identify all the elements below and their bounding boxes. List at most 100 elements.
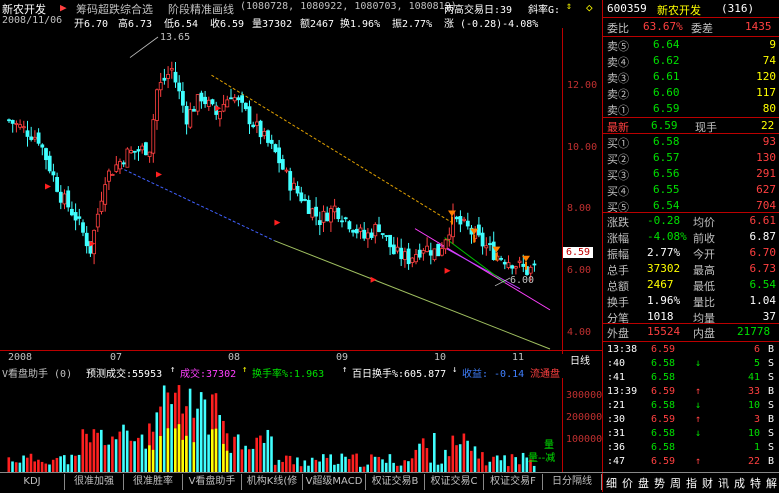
volume-bar: [92, 429, 96, 472]
candle-body: [532, 263, 537, 266]
candle-body: [476, 224, 481, 236]
candle-body: [377, 224, 381, 232]
tick-vol: 10: [747, 428, 760, 439]
candle-body: [273, 144, 278, 153]
candle-body: [488, 243, 492, 246]
stat-label: 涨幅: [607, 232, 629, 245]
candle-body: [140, 145, 145, 151]
candle-body: [225, 99, 230, 108]
candle-body: [336, 208, 341, 220]
tab-qzc[interactable]: 权证交易C: [425, 474, 484, 490]
up-icon[interactable]: ◇: [586, 1, 593, 14]
tab-qzb[interactable]: 权证交易B: [366, 474, 425, 490]
down-arrow-icon: ↓: [452, 365, 458, 375]
stat-label: 振幅: [607, 248, 629, 261]
sell-price: 6.61: [653, 70, 680, 83]
volume-bar: [74, 455, 77, 472]
inout-row: 外盘 15524 内盘 21778: [603, 324, 779, 340]
candle-body: [55, 176, 59, 192]
tick-row: :36 6.58 1 S: [603, 441, 779, 456]
volume-bar: [303, 460, 307, 472]
candle-body: [158, 82, 163, 91]
price-axis: 12.00 10.00 8.00 6.00 4.00 6.59: [562, 28, 603, 354]
volume-bar: [325, 457, 329, 472]
volume-bar: [355, 453, 358, 472]
side-tab[interactable]: 细: [606, 475, 617, 491]
side-tab[interactable]: 解: [766, 475, 777, 491]
side-tab[interactable]: 周: [670, 475, 681, 491]
side-tab[interactable]: 指: [686, 475, 697, 491]
side-tab[interactable]: 价: [622, 475, 633, 491]
candle-body: [402, 251, 407, 260]
volume-bar: [407, 461, 410, 472]
candlestick-chart[interactable]: 13.65 6.00: [0, 28, 562, 354]
date-tick: 08: [228, 352, 241, 363]
volume-legend: 量: [544, 439, 554, 451]
tick-time: :21: [607, 400, 626, 411]
volume-bar: [451, 435, 455, 472]
volume-bar: [521, 452, 525, 472]
tab-jgkx[interactable]: 机构K线(修: [242, 474, 303, 490]
stat-value: 1.04: [749, 294, 777, 307]
date-tick: 09: [336, 352, 349, 363]
side-tab[interactable]: 特: [750, 475, 761, 491]
volume-bar: [218, 415, 221, 472]
weibi-value: 63.67%: [643, 20, 683, 33]
high-label: 13.65: [160, 32, 190, 43]
volume-bar: [26, 457, 29, 472]
side-tab[interactable]: 势: [654, 475, 665, 491]
candle-body: [143, 142, 148, 156]
tick-price: 6.59: [651, 386, 676, 397]
candle-body: [332, 205, 337, 213]
volume-bar: [503, 455, 506, 472]
volume-bar: [188, 388, 192, 472]
tick-vol: 1: [753, 442, 760, 453]
sell-row: 卖③ 6.61 120: [603, 69, 779, 85]
volume-bar: [462, 433, 466, 472]
stat-value: 37302: [647, 262, 681, 275]
candle-body: [436, 243, 441, 257]
tick-arrow: ↓: [695, 400, 702, 411]
tab-kdj[interactable]: KDJ: [0, 474, 65, 490]
volume-bar: [40, 461, 44, 472]
candle-body: [458, 216, 463, 225]
candle-body: [391, 244, 396, 255]
tab-hzsl[interactable]: 很准胜率: [124, 474, 183, 490]
lock-icon[interactable]: ⇕: [566, 1, 572, 12]
volume-bar: [410, 458, 414, 472]
candle-body: [410, 257, 415, 263]
side-tab[interactable]: 成: [734, 475, 745, 491]
volume-bar: [133, 441, 136, 472]
candle-body: [173, 71, 178, 83]
tick-price: 6.58: [651, 400, 676, 411]
volume-bar: [103, 445, 107, 472]
tab-vkp[interactable]: V看盘助手: [183, 474, 242, 490]
candle-body: [21, 126, 26, 129]
candle-body: [306, 199, 311, 214]
volume-bar: [344, 456, 347, 472]
signal-marker: [274, 219, 281, 226]
candle-body: [151, 119, 156, 154]
candle-body: [521, 263, 526, 267]
side-tab[interactable]: 盘: [638, 475, 649, 491]
volume-chart[interactable]: 量 量--减: [0, 378, 562, 472]
candle-body: [36, 132, 41, 144]
side-tab[interactable]: 讯: [718, 475, 729, 491]
side-tab[interactable]: 财: [702, 475, 713, 491]
volume-bar: [88, 442, 92, 472]
ohlc-info-row: 2008/11/06 开6.70 高6.73 低6.54 收6.59 量3730…: [0, 14, 600, 30]
side-tabs: 细价盘势周指财讯成特解: [602, 472, 779, 493]
volume-bar: [229, 452, 233, 472]
candle-body: [217, 111, 222, 120]
tab-rfgx[interactable]: 日分隔线: [543, 474, 602, 490]
tab-qzf[interactable]: 权证交易F: [484, 474, 543, 490]
tick-arrow: ↓: [695, 428, 702, 439]
volume-bar: [236, 434, 240, 472]
candle-body: [347, 221, 352, 230]
tab-vmacd[interactable]: V超级MACD: [303, 474, 366, 490]
stat-label: 今开: [693, 248, 715, 261]
tab-hzjq[interactable]: 很准加强: [65, 474, 124, 490]
volume-bar: [392, 462, 395, 472]
volume-tick: 200000: [566, 412, 603, 423]
tick-side: S: [767, 400, 774, 411]
